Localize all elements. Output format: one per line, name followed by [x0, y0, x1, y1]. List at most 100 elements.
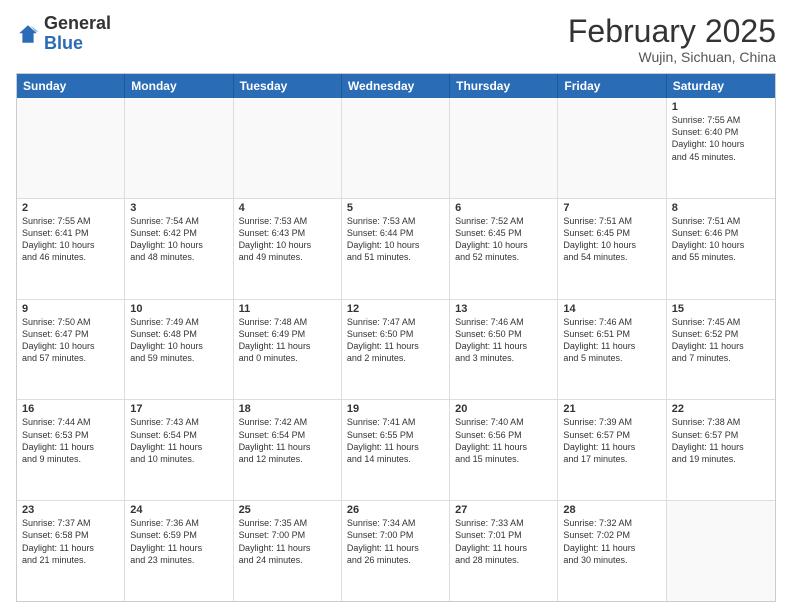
logo-icon — [16, 22, 40, 46]
cal-cell-r0c3 — [342, 98, 450, 198]
cell-text: Sunrise: 7:35 AM Sunset: 7:00 PM Dayligh… — [239, 517, 336, 566]
cal-row-0: 1Sunrise: 7:55 AM Sunset: 6:40 PM Daylig… — [17, 98, 775, 199]
day-number: 2 — [22, 202, 119, 214]
cell-text: Sunrise: 7:52 AM Sunset: 6:45 PM Dayligh… — [455, 215, 552, 264]
header-friday: Friday — [558, 74, 666, 98]
cell-text: Sunrise: 7:55 AM Sunset: 6:41 PM Dayligh… — [22, 215, 119, 264]
cal-cell-r2c1: 10Sunrise: 7:49 AM Sunset: 6:48 PM Dayli… — [125, 300, 233, 400]
cal-cell-r1c4: 6Sunrise: 7:52 AM Sunset: 6:45 PM Daylig… — [450, 199, 558, 299]
day-number: 8 — [672, 202, 770, 214]
day-number: 23 — [22, 504, 119, 516]
day-number: 27 — [455, 504, 552, 516]
day-number: 28 — [563, 504, 660, 516]
cal-row-2: 9Sunrise: 7:50 AM Sunset: 6:47 PM Daylig… — [17, 300, 775, 401]
day-number: 1 — [672, 101, 770, 113]
cell-text: Sunrise: 7:50 AM Sunset: 6:47 PM Dayligh… — [22, 316, 119, 365]
cell-text: Sunrise: 7:53 AM Sunset: 6:44 PM Dayligh… — [347, 215, 444, 264]
cal-cell-r2c0: 9Sunrise: 7:50 AM Sunset: 6:47 PM Daylig… — [17, 300, 125, 400]
day-number: 25 — [239, 504, 336, 516]
cal-cell-r2c5: 14Sunrise: 7:46 AM Sunset: 6:51 PM Dayli… — [558, 300, 666, 400]
day-number: 10 — [130, 303, 227, 315]
cal-cell-r0c1 — [125, 98, 233, 198]
cal-cell-r4c2: 25Sunrise: 7:35 AM Sunset: 7:00 PM Dayli… — [234, 501, 342, 601]
cal-cell-r2c2: 11Sunrise: 7:48 AM Sunset: 6:49 PM Dayli… — [234, 300, 342, 400]
cal-cell-r1c0: 2Sunrise: 7:55 AM Sunset: 6:41 PM Daylig… — [17, 199, 125, 299]
cell-text: Sunrise: 7:41 AM Sunset: 6:55 PM Dayligh… — [347, 416, 444, 465]
cal-cell-r4c1: 24Sunrise: 7:36 AM Sunset: 6:59 PM Dayli… — [125, 501, 233, 601]
header-tuesday: Tuesday — [234, 74, 342, 98]
cell-text: Sunrise: 7:46 AM Sunset: 6:51 PM Dayligh… — [563, 316, 660, 365]
cell-text: Sunrise: 7:49 AM Sunset: 6:48 PM Dayligh… — [130, 316, 227, 365]
header-monday: Monday — [125, 74, 233, 98]
cal-cell-r3c6: 22Sunrise: 7:38 AM Sunset: 6:57 PM Dayli… — [667, 400, 775, 500]
cell-text: Sunrise: 7:40 AM Sunset: 6:56 PM Dayligh… — [455, 416, 552, 465]
day-number: 16 — [22, 403, 119, 415]
day-number: 21 — [563, 403, 660, 415]
day-number: 17 — [130, 403, 227, 415]
cell-text: Sunrise: 7:48 AM Sunset: 6:49 PM Dayligh… — [239, 316, 336, 365]
cal-cell-r2c4: 13Sunrise: 7:46 AM Sunset: 6:50 PM Dayli… — [450, 300, 558, 400]
cal-cell-r0c5 — [558, 98, 666, 198]
cell-text: Sunrise: 7:55 AM Sunset: 6:40 PM Dayligh… — [672, 114, 770, 163]
cal-cell-r0c0 — [17, 98, 125, 198]
logo-general-text: General — [44, 13, 111, 33]
cal-cell-r3c0: 16Sunrise: 7:44 AM Sunset: 6:53 PM Dayli… — [17, 400, 125, 500]
header-saturday: Saturday — [667, 74, 775, 98]
cal-cell-r3c4: 20Sunrise: 7:40 AM Sunset: 6:56 PM Dayli… — [450, 400, 558, 500]
calendar: Sunday Monday Tuesday Wednesday Thursday… — [16, 73, 776, 602]
day-number: 20 — [455, 403, 552, 415]
cell-text: Sunrise: 7:38 AM Sunset: 6:57 PM Dayligh… — [672, 416, 770, 465]
calendar-header: Sunday Monday Tuesday Wednesday Thursday… — [17, 74, 775, 98]
logo-blue-text: Blue — [44, 33, 83, 53]
cal-cell-r1c2: 4Sunrise: 7:53 AM Sunset: 6:43 PM Daylig… — [234, 199, 342, 299]
day-number: 13 — [455, 303, 552, 315]
cal-cell-r0c4 — [450, 98, 558, 198]
cal-row-1: 2Sunrise: 7:55 AM Sunset: 6:41 PM Daylig… — [17, 199, 775, 300]
cal-row-4: 23Sunrise: 7:37 AM Sunset: 6:58 PM Dayli… — [17, 501, 775, 601]
month-title: February 2025 — [568, 14, 776, 49]
cell-text: Sunrise: 7:45 AM Sunset: 6:52 PM Dayligh… — [672, 316, 770, 365]
cell-text: Sunrise: 7:53 AM Sunset: 6:43 PM Dayligh… — [239, 215, 336, 264]
day-number: 26 — [347, 504, 444, 516]
cal-row-3: 16Sunrise: 7:44 AM Sunset: 6:53 PM Dayli… — [17, 400, 775, 501]
page: General Blue February 2025 Wujin, Sichua… — [0, 0, 792, 612]
location-subtitle: Wujin, Sichuan, China — [568, 49, 776, 65]
header: General Blue February 2025 Wujin, Sichua… — [16, 14, 776, 65]
cal-cell-r2c6: 15Sunrise: 7:45 AM Sunset: 6:52 PM Dayli… — [667, 300, 775, 400]
cell-text: Sunrise: 7:46 AM Sunset: 6:50 PM Dayligh… — [455, 316, 552, 365]
cell-text: Sunrise: 7:34 AM Sunset: 7:00 PM Dayligh… — [347, 517, 444, 566]
cell-text: Sunrise: 7:33 AM Sunset: 7:01 PM Dayligh… — [455, 517, 552, 566]
day-number: 12 — [347, 303, 444, 315]
day-number: 22 — [672, 403, 770, 415]
cell-text: Sunrise: 7:37 AM Sunset: 6:58 PM Dayligh… — [22, 517, 119, 566]
calendar-body: 1Sunrise: 7:55 AM Sunset: 6:40 PM Daylig… — [17, 98, 775, 601]
cal-cell-r0c2 — [234, 98, 342, 198]
cal-cell-r3c5: 21Sunrise: 7:39 AM Sunset: 6:57 PM Dayli… — [558, 400, 666, 500]
day-number: 14 — [563, 303, 660, 315]
header-wednesday: Wednesday — [342, 74, 450, 98]
cell-text: Sunrise: 7:39 AM Sunset: 6:57 PM Dayligh… — [563, 416, 660, 465]
day-number: 6 — [455, 202, 552, 214]
cell-text: Sunrise: 7:51 AM Sunset: 6:46 PM Dayligh… — [672, 215, 770, 264]
day-number: 7 — [563, 202, 660, 214]
cell-text: Sunrise: 7:44 AM Sunset: 6:53 PM Dayligh… — [22, 416, 119, 465]
cal-cell-r1c3: 5Sunrise: 7:53 AM Sunset: 6:44 PM Daylig… — [342, 199, 450, 299]
day-number: 19 — [347, 403, 444, 415]
cal-cell-r1c6: 8Sunrise: 7:51 AM Sunset: 6:46 PM Daylig… — [667, 199, 775, 299]
cell-text: Sunrise: 7:32 AM Sunset: 7:02 PM Dayligh… — [563, 517, 660, 566]
cell-text: Sunrise: 7:36 AM Sunset: 6:59 PM Dayligh… — [130, 517, 227, 566]
day-number: 3 — [130, 202, 227, 214]
day-number: 11 — [239, 303, 336, 315]
cell-text: Sunrise: 7:42 AM Sunset: 6:54 PM Dayligh… — [239, 416, 336, 465]
cal-cell-r2c3: 12Sunrise: 7:47 AM Sunset: 6:50 PM Dayli… — [342, 300, 450, 400]
cell-text: Sunrise: 7:54 AM Sunset: 6:42 PM Dayligh… — [130, 215, 227, 264]
cal-cell-r1c1: 3Sunrise: 7:54 AM Sunset: 6:42 PM Daylig… — [125, 199, 233, 299]
header-thursday: Thursday — [450, 74, 558, 98]
day-number: 24 — [130, 504, 227, 516]
logo: General Blue — [16, 14, 111, 54]
day-number: 18 — [239, 403, 336, 415]
title-block: February 2025 Wujin, Sichuan, China — [568, 14, 776, 65]
cal-cell-r3c1: 17Sunrise: 7:43 AM Sunset: 6:54 PM Dayli… — [125, 400, 233, 500]
day-number: 9 — [22, 303, 119, 315]
cal-cell-r4c5: 28Sunrise: 7:32 AM Sunset: 7:02 PM Dayli… — [558, 501, 666, 601]
